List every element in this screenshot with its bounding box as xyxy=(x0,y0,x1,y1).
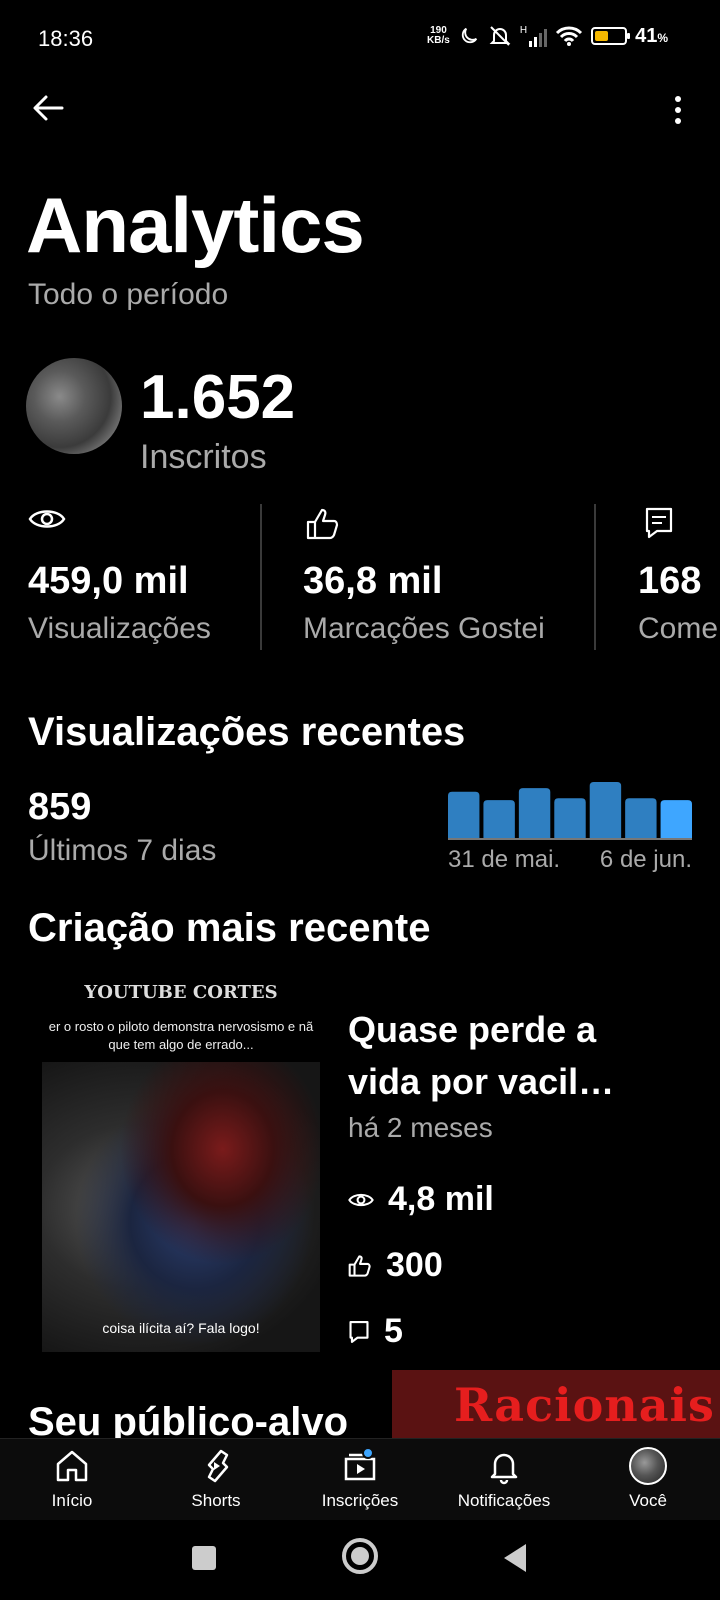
system-nav-bar xyxy=(0,1520,720,1600)
comment-icon xyxy=(349,1320,369,1343)
muted-bell-icon xyxy=(489,26,511,46)
new-content-dot xyxy=(362,1447,374,1459)
metric-divider xyxy=(260,504,262,650)
likes-value[interactable]: 36,8 mil xyxy=(303,560,442,603)
nav-subscriptions[interactable]: Inscrições xyxy=(288,1439,432,1520)
chart-bar xyxy=(554,798,586,838)
nav-notifications-label: Notificações xyxy=(457,1491,551,1510)
likes-label: Marcações Gostei xyxy=(303,612,545,645)
banner-text: Racionais xyxy=(454,1378,715,1432)
bell-icon xyxy=(490,1453,518,1485)
network-type: H xyxy=(519,25,528,36)
video-likes-row: 300 xyxy=(348,1246,443,1285)
thumbnail-caption-bottom: coisa ilícita aí? Fala logo! xyxy=(102,1320,260,1336)
video-comments-row: 5 xyxy=(348,1312,403,1351)
comments-value[interactable]: 168 xyxy=(638,560,720,603)
channel-avatar xyxy=(26,358,122,454)
back-button[interactable] xyxy=(28,88,68,128)
status-icons: 190 KB/s H 41% xyxy=(427,24,668,48)
video-age: há 2 meses xyxy=(348,1112,493,1143)
period-selector[interactable]: Todo o período xyxy=(28,278,228,312)
subscriber-label: Inscritos xyxy=(140,438,267,476)
chart-bar xyxy=(589,782,622,838)
recent-views-period: Últimos 7 dias xyxy=(28,834,217,867)
shorts-icon xyxy=(207,1449,229,1483)
more-options-button[interactable] xyxy=(666,92,690,128)
nav-home[interactable]: Início xyxy=(0,1439,144,1520)
battery-value: 41 xyxy=(635,24,658,47)
page-title: Analytics xyxy=(26,181,365,269)
latest-content-title: Criação mais recente xyxy=(28,906,431,950)
status-time: 18:36 xyxy=(38,26,94,51)
back-nav-button[interactable] xyxy=(500,1542,528,1574)
net-speed-unit: KB/s xyxy=(427,35,450,46)
metric-divider xyxy=(594,504,596,650)
chart-bar xyxy=(448,791,480,838)
video-title[interactable]: Quase perde a vida por vacil… xyxy=(348,1004,678,1108)
more-vertical-icon xyxy=(675,96,681,102)
chart-bar xyxy=(625,798,657,838)
chart-axis xyxy=(448,838,692,840)
battery-unit: % xyxy=(657,30,668,45)
chart-start-label: 31 de mai. xyxy=(448,846,561,873)
recent-views-count: 859 xyxy=(28,786,92,828)
nav-home-label: Início xyxy=(51,1491,93,1510)
recent-views-chart[interactable] xyxy=(448,778,692,838)
thumbs-up-icon xyxy=(348,1254,371,1277)
comments-label: Comentários xyxy=(638,612,720,645)
views-label: Visualizações xyxy=(28,612,211,645)
eye-icon xyxy=(28,506,66,537)
views-value[interactable]: 459,0 mil xyxy=(28,560,189,603)
net-speed: 190 KB/s xyxy=(427,26,450,46)
home-icon xyxy=(56,1450,88,1482)
battery-level: 41% xyxy=(635,25,668,48)
video-thumbnail[interactable]: YOUTUBE CORTES er o rosto o piloto demon… xyxy=(42,982,320,1352)
avatar xyxy=(629,1447,667,1485)
video-views: 4,8 mil xyxy=(388,1180,494,1218)
recents-button[interactable] xyxy=(192,1546,216,1570)
chart-bar xyxy=(483,800,515,838)
eye-icon xyxy=(348,1193,374,1206)
nav-notifications[interactable]: Notificações xyxy=(432,1439,576,1520)
banner-overlay[interactable]: Racionais xyxy=(392,1370,720,1440)
battery-icon xyxy=(591,27,631,45)
moon-icon xyxy=(461,27,477,44)
video-comments: 5 xyxy=(384,1312,403,1350)
video-views-row: 4,8 mil xyxy=(348,1180,494,1219)
wifi-icon xyxy=(556,26,583,46)
comment-icon xyxy=(644,506,674,545)
signal-icon: H xyxy=(519,25,548,47)
subscriber-count: 1.652 xyxy=(140,363,296,432)
video-likes: 300 xyxy=(386,1246,443,1284)
home-button[interactable] xyxy=(342,1538,378,1574)
nav-you-label: Você xyxy=(629,1491,667,1510)
nav-you[interactable]: Você xyxy=(576,1439,720,1520)
nav-shorts[interactable]: Shorts xyxy=(144,1439,288,1520)
arrow-left-icon xyxy=(33,95,64,121)
recent-views-title: Visualizações recentes xyxy=(28,710,466,754)
thumbnail-caption-top: er o rosto o piloto demonstra nervosismo… xyxy=(48,1019,314,1052)
chart-end-label: 6 de jun. xyxy=(599,846,692,873)
nav-shorts-label: Shorts xyxy=(191,1491,241,1510)
thumbs-up-icon xyxy=(306,508,340,545)
bottom-nav: Início Shorts Inscrições Notificações Vo… xyxy=(0,1438,720,1520)
nav-subscriptions-label: Inscrições xyxy=(321,1491,399,1510)
chart-bar xyxy=(518,788,551,838)
chart-bar xyxy=(660,800,692,838)
thumbnail-top-text: YOUTUBE CORTES xyxy=(84,982,278,1003)
thumbnail-image xyxy=(42,1062,320,1352)
